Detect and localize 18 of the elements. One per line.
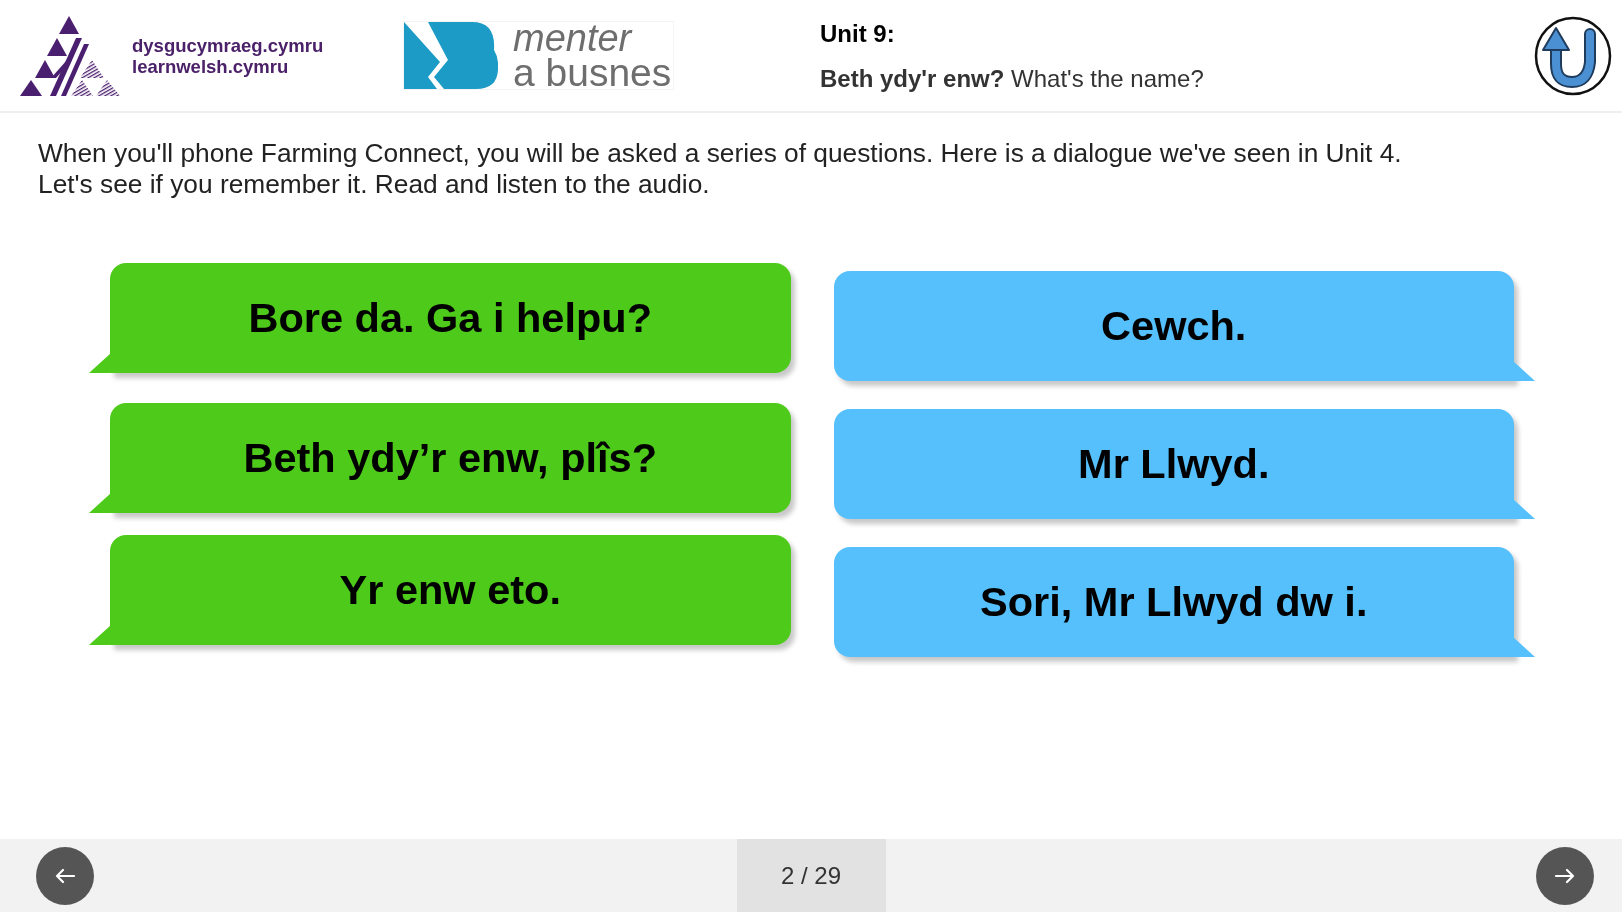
page-counter: 2 / 29 [736, 839, 886, 912]
partner-logo: menter a busnes [403, 21, 674, 90]
website-name: dysgucymraeg.cymru [132, 34, 324, 56]
next-button[interactable] [1536, 846, 1594, 905]
speech-bubble[interactable]: Bore da. Ga i helpu? [89, 263, 791, 373]
speech-bubble[interactable]: Cewch. [833, 271, 1535, 381]
speech-bubble[interactable]: Beth ydy’r enw, plîs? [89, 403, 791, 513]
website-name: learnwelsh.cymru [132, 55, 289, 77]
speech-bubble[interactable]: Yr enw eto. [89, 535, 791, 645]
lesson-subtitle: Beth ydy'r enw? What's the name? [820, 63, 1204, 94]
arrow-left-icon [55, 867, 75, 884]
speech-bubble[interactable]: Mr Llwyd. [833, 409, 1535, 519]
arrow-right-icon [1555, 867, 1575, 884]
return-button[interactable] [1534, 15, 1612, 96]
unit-title: Unit 9: [820, 18, 895, 49]
speech-bubble[interactable]: Sori, Mr Llwyd dw i. [833, 547, 1535, 657]
previous-button[interactable] [36, 846, 94, 905]
instructions-text: When you'll phone Farming Connect, you will be asked a series of questions. Here is a dialogue we've seen in Unit 4. Let's see if you remember it. Read and listen to the audio. [37, 137, 1403, 200]
